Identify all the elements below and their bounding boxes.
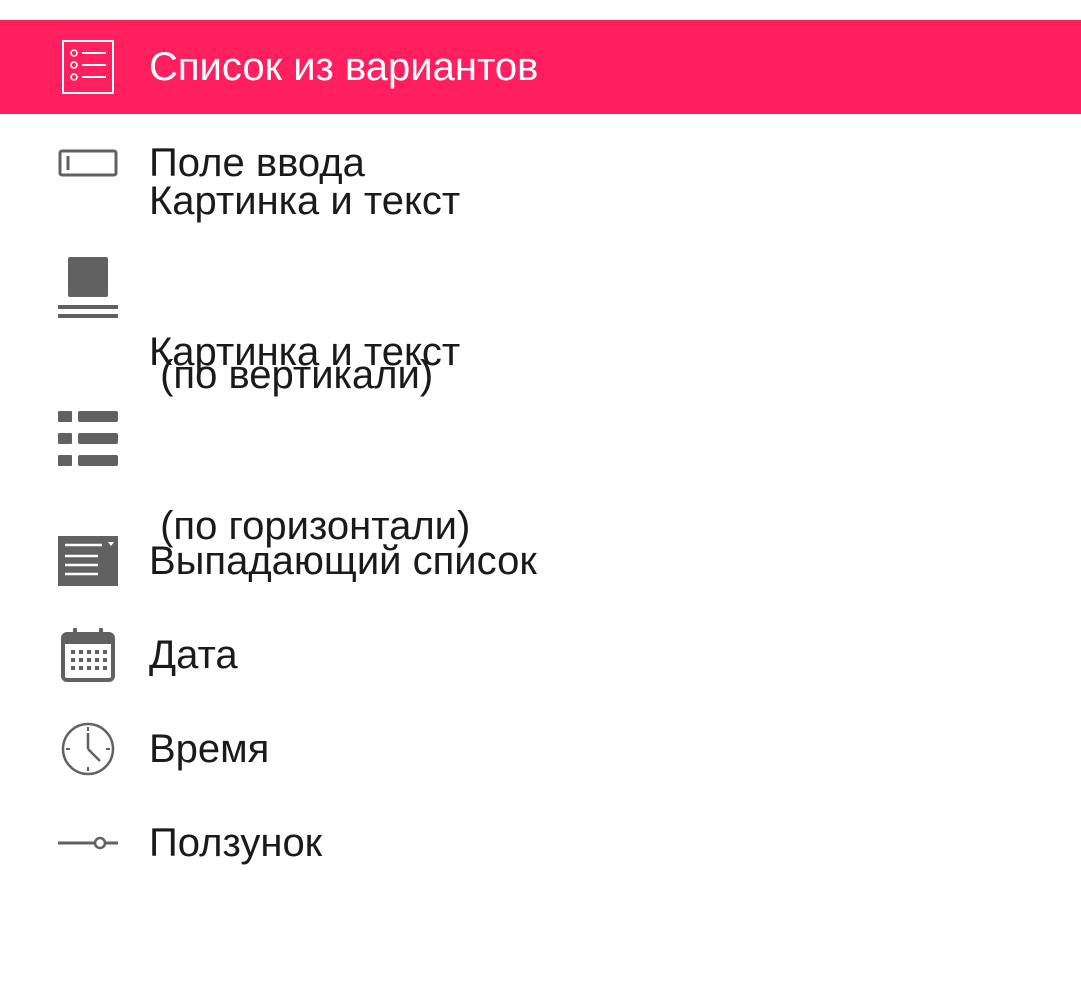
image-text-vertical-icon <box>58 257 118 318</box>
input-field-icon <box>58 135 118 191</box>
menu-item-label: Ползунок <box>149 821 323 865</box>
calendar-icon <box>58 627 118 683</box>
menu-item-slider[interactable]: Ползунок <box>0 796 1081 890</box>
clock-icon <box>58 721 118 777</box>
checklist-icon <box>58 39 118 95</box>
question-type-menu: Список из вариантов Поле ввода Картинка … <box>0 20 1081 890</box>
slider-icon <box>58 815 118 871</box>
image-text-horizontal-icon <box>58 411 118 467</box>
dropdown-list-icon <box>58 533 118 589</box>
